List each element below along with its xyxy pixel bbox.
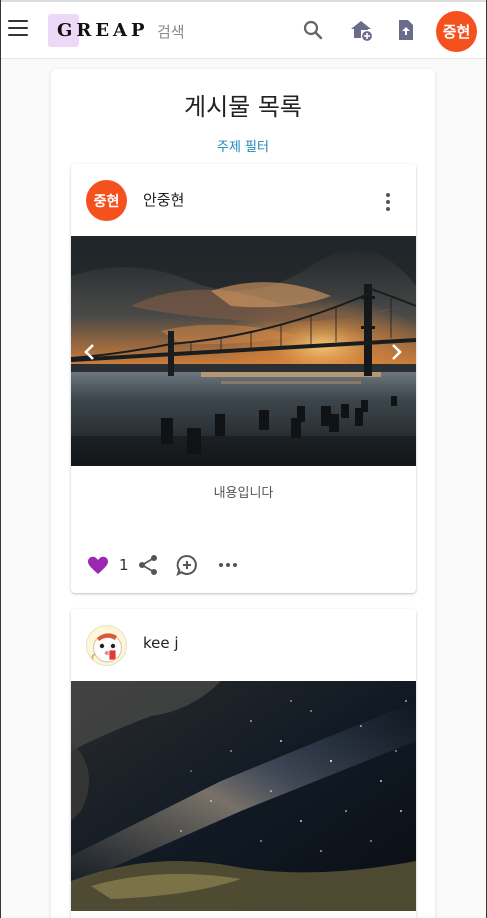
logo[interactable]: GREAP [48,14,149,47]
user-avatar[interactable]: 중현 [436,11,477,52]
add-comment-icon[interactable] [175,553,199,577]
author-avatar[interactable] [86,625,127,666]
post-content: 내용입니다 [213,486,274,501]
author-name[interactable]: 안중현 [143,189,184,210]
menu-icon[interactable] [8,20,28,36]
post-image-carousel[interactable] [71,681,416,911]
post-card: 중현 안중현 내용입니다 1 [71,164,416,593]
topic-filter-link[interactable]: 주제 필터 [51,136,435,155]
like-count: 1 [119,556,129,574]
post-image-carousel[interactable] [71,236,416,466]
add-home-icon[interactable] [349,18,373,42]
post-actions: 1 [86,553,406,579]
post-header: kee j [71,609,416,681]
chevron-left-icon[interactable] [78,340,102,364]
top-app-bar: GREAP 검색 중현 [1,0,486,59]
upload-file-icon[interactable] [394,18,418,42]
logo-text: GREAP [57,20,149,41]
post-header: 중현 안중현 [71,164,416,236]
app-frame: GREAP 검색 중현 게시물 목록 주제 필터 중현 안중현 내용입니다 1 … [1,0,486,918]
post-card: kee j [71,609,416,918]
bridge-sunset-photo [71,236,416,466]
cartoon-avatar-image [91,633,122,663]
search-label[interactable]: 검색 [157,21,185,42]
search-icon[interactable] [301,18,325,42]
page-title: 게시물 목록 [183,93,303,121]
favorite-icon[interactable] [86,553,110,577]
more-horiz-icon[interactable] [216,553,240,577]
more-vert-icon[interactable] [376,190,400,214]
chevron-right-icon[interactable] [384,340,408,364]
author-name[interactable]: kee j [143,634,179,652]
author-avatar[interactable]: 중현 [86,180,127,221]
night-sky-photo [71,681,416,911]
share-icon[interactable] [136,553,160,577]
